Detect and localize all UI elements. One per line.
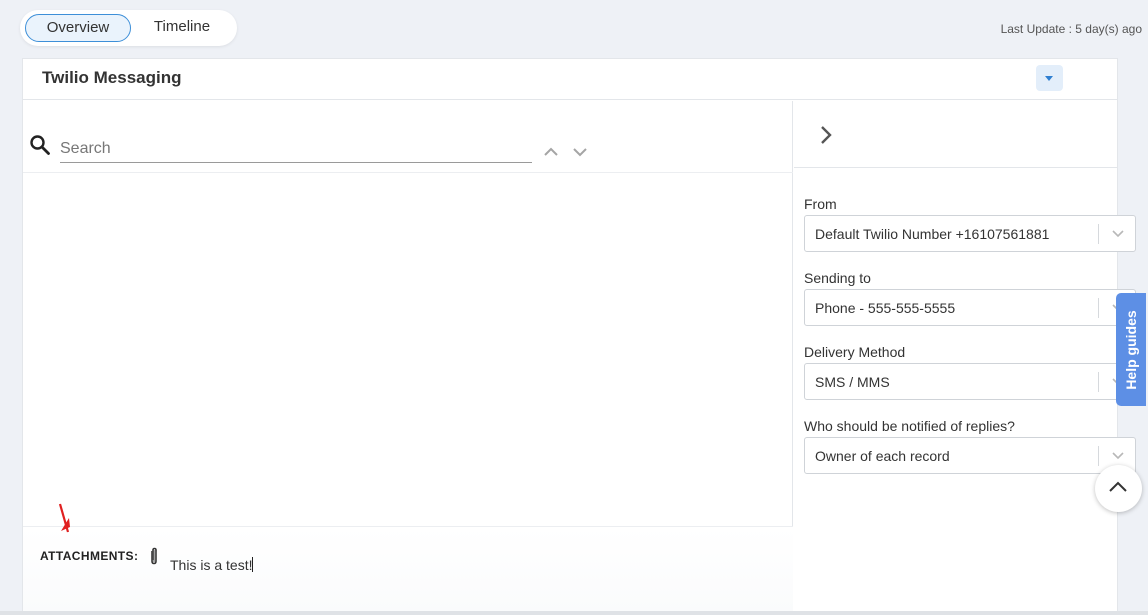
view-tab-group: Overview Timeline: [20, 10, 237, 46]
text-cursor: [252, 557, 254, 572]
search-row: [23, 101, 793, 173]
help-guides-tab[interactable]: Help guides: [1116, 293, 1146, 406]
bottom-strip: [0, 611, 1148, 615]
help-guides-label: Help guides: [1123, 309, 1139, 390]
conversation-pane: ATTACHMENTS: This is a test!: [23, 101, 793, 614]
delivery-method-select[interactable]: SMS / MMS: [804, 363, 1136, 400]
panel-header: Twilio Messaging: [23, 59, 1117, 100]
top-bar: Overview Timeline Last Update : 5 day(s)…: [0, 0, 1148, 58]
chevron-down-icon: [1112, 230, 1124, 238]
twilio-messaging-panel: Twilio Messaging ATTACHMENTS:: [22, 58, 1136, 615]
caret-down-icon: [1045, 76, 1053, 81]
tab-overview[interactable]: Overview: [25, 14, 131, 42]
notify-replies-select[interactable]: Owner of each record: [804, 437, 1136, 474]
sending-to-select-value: Phone - 555-555-5555: [815, 300, 956, 316]
select-separator: [1098, 372, 1099, 392]
select-separator: [1098, 298, 1099, 318]
message-text: This is a test!: [170, 557, 253, 573]
attachments-label: ATTACHMENTS:: [40, 549, 139, 563]
last-update-text: Last Update : 5 day(s) ago: [1000, 22, 1142, 36]
expand-row: [794, 101, 1117, 168]
search-input[interactable]: [60, 135, 532, 163]
delivery-method-select-value: SMS / MMS: [815, 374, 890, 390]
sending-to-label: Sending to: [804, 270, 871, 286]
sending-to-select[interactable]: Phone - 555-555-5555: [804, 289, 1136, 326]
notify-replies-select-value: Owner of each record: [815, 448, 950, 464]
paperclip-icon[interactable]: [149, 547, 159, 565]
notify-replies-label: Who should be notified of replies?: [804, 418, 1015, 434]
panel-title: Twilio Messaging: [42, 68, 182, 87]
from-select-value: Default Twilio Number +16107561881: [815, 226, 1050, 242]
chevron-down-icon: [1112, 452, 1124, 460]
chevron-right-icon[interactable]: [818, 123, 834, 147]
select-separator: [1098, 224, 1099, 244]
message-list: [23, 174, 793, 526]
chevron-up-icon: [1109, 481, 1127, 492]
chevron-down-icon[interactable]: [571, 143, 589, 161]
collapse-button[interactable]: [1036, 65, 1063, 91]
tab-timeline[interactable]: Timeline: [136, 14, 228, 42]
from-label: From: [804, 196, 837, 212]
message-settings-pane: From Default Twilio Number +16107561881 …: [794, 101, 1136, 614]
compose-area[interactable]: ATTACHMENTS: This is a test!: [23, 526, 793, 614]
search-icon: [30, 135, 50, 155]
select-separator: [1098, 446, 1099, 466]
chevron-up-icon[interactable]: [542, 143, 560, 161]
scroll-to-top-button[interactable]: [1095, 465, 1142, 512]
delivery-method-label: Delivery Method: [804, 344, 906, 360]
annotation-arrow-icon: [58, 503, 70, 533]
from-select[interactable]: Default Twilio Number +16107561881: [804, 215, 1136, 252]
message-input[interactable]: This is a test!: [170, 557, 254, 573]
